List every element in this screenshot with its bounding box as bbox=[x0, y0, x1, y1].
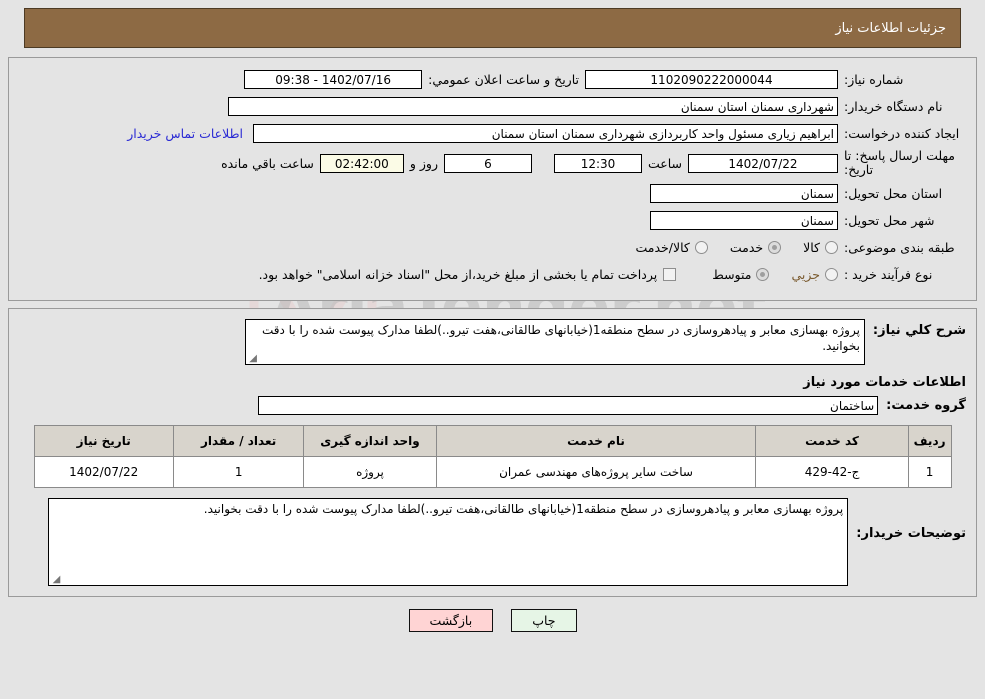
table-header-service-code: کد خدمت bbox=[755, 425, 909, 457]
row-need-number: شماره نیاز: 1102090222000044 تاریخ و ساع… bbox=[19, 68, 966, 90]
row-buyer-notes: توضیحات خریدار: پروژه بهسازی معابر و پیا… bbox=[19, 498, 966, 586]
cell-radif: 1 bbox=[907, 456, 952, 488]
radio-motavaset-label: متوسط bbox=[712, 266, 752, 282]
treasury-bond-checkbox-wrap[interactable]: پرداخت تمام یا بخشی از مبلغ خرید،از محل … bbox=[259, 267, 677, 282]
service-items-table: ردیف کد خدمت نام خدمت واحد اندازه گیری ت… bbox=[33, 425, 952, 488]
countdown-label: ساعت باقي مانده bbox=[221, 155, 314, 171]
resize-grip-icon[interactable]: ◢ bbox=[248, 354, 257, 364]
subject-category-label: طبقه بندی موضوعی: bbox=[844, 239, 955, 255]
general-description-value: پروژه بهسازی معابر و پیادهروسازی در سطح … bbox=[261, 323, 860, 353]
need-number-label: شماره نیاز: bbox=[844, 71, 904, 87]
service-group-value: ساختمان bbox=[258, 396, 879, 415]
deadline-time-value: 12:30 bbox=[553, 153, 642, 173]
buyer-org-value: شهرداری سمنان استان سمنان bbox=[228, 96, 838, 116]
row-service-group: گروه خدمت: ساختمان bbox=[19, 396, 966, 415]
radio-motavaset-icon[interactable] bbox=[756, 267, 770, 281]
table-header-row: ردیف کد خدمت نام خدمت واحد اندازه گیری ت… bbox=[33, 425, 952, 457]
radio-kala-khedmat-label: کالا/خدمت bbox=[635, 239, 690, 255]
buyer-notes-textarea[interactable]: پروژه بهسازی معابر و پیادهروسازی در سطح … bbox=[48, 498, 849, 586]
radio-option-jozie[interactable]: جزیي bbox=[791, 267, 838, 282]
row-purchase-process: نوع فرآیند خرید : جزیي متوسط پرداخت تمام… bbox=[19, 263, 966, 285]
deadline-date-value: 1402/07/22 bbox=[688, 153, 838, 173]
table-header-radif: ردیف bbox=[907, 425, 952, 457]
announce-date-value: 1402/07/16 - 09:38 bbox=[244, 69, 423, 89]
table-row: 1 ج-42-429 ساخت سایر پروژه‌های مهندسی عم… bbox=[33, 456, 952, 488]
row-response-deadline: مهلت ارسال پاسخ: تا تاریخ: 1402/07/22 سا… bbox=[19, 149, 966, 177]
print-button[interactable]: چاپ bbox=[511, 609, 577, 632]
delivery-province-label: استان محل تحویل: bbox=[844, 185, 943, 201]
row-subject-category: طبقه بندی موضوعی: کالا خدمت کالا/خدمت bbox=[19, 236, 966, 258]
cell-unit: پروژه bbox=[303, 456, 437, 488]
need-detail-panel: شرح كلي نياز: پروژه بهسازی معابر و پیاده… bbox=[8, 308, 977, 597]
radio-kala-khedmat-icon[interactable] bbox=[694, 240, 708, 254]
radio-option-motavaset[interactable]: متوسط bbox=[712, 266, 770, 282]
radio-khedmat-icon[interactable] bbox=[768, 240, 782, 254]
cell-quantity: 1 bbox=[172, 456, 305, 488]
radio-jozie-icon[interactable] bbox=[825, 267, 838, 281]
buyer-notes-value: پروژه بهسازی معابر و پیادهروسازی در سطح … bbox=[203, 502, 844, 516]
remaining-days-value: 6 bbox=[443, 153, 532, 173]
announce-date-label: تاریخ و ساعت اعلان عمومي: bbox=[428, 71, 579, 87]
request-creator-label: ایجاد کننده درخواست: bbox=[844, 125, 960, 141]
general-description-label: شرح كلي نياز: bbox=[872, 323, 966, 338]
subject-category-radio-group: کالا خدمت کالا/خدمت bbox=[613, 240, 838, 255]
service-group-label: گروه خدمت: bbox=[886, 398, 966, 413]
purchase-process-radio-group: جزیي متوسط bbox=[690, 267, 838, 282]
response-deadline-label: مهلت ارسال پاسخ: تا تاریخ: bbox=[844, 148, 955, 177]
request-creator-value: ابراهیم زیاری مسئول واحد کاربردازی شهردا… bbox=[253, 123, 838, 143]
delivery-city-value: سمنان bbox=[650, 210, 838, 230]
delivery-province-value: سمنان bbox=[650, 183, 838, 203]
radio-kala-icon[interactable] bbox=[825, 240, 838, 254]
radio-jozie-label: جزیي bbox=[791, 266, 820, 282]
radio-kala-label: کالا bbox=[803, 239, 820, 255]
general-description-textarea[interactable]: پروژه بهسازی معابر و پیادهروسازی در سطح … bbox=[244, 319, 865, 365]
buyer-notes-resize-grip-icon[interactable]: ◢ bbox=[51, 575, 61, 585]
buyer-contact-link[interactable]: اطلاعات تماس خریدار bbox=[127, 126, 253, 141]
row-request-creator: ایجاد کننده درخواست: ابراهیم زیاری مسئول… bbox=[19, 122, 966, 144]
row-delivery-city: شهر محل تحویل: سمنان bbox=[19, 209, 966, 231]
cell-need-date: 1402/07/22 bbox=[33, 456, 174, 488]
treasury-bond-checkbox[interactable] bbox=[663, 267, 677, 281]
page-title: جزئیات اطلاعات نیاز bbox=[835, 20, 946, 36]
need-summary-panel: شماره نیاز: 1102090222000044 تاریخ و ساع… bbox=[8, 57, 977, 301]
table-header-unit: واحد اندازه گیری bbox=[303, 425, 437, 457]
countdown-value: 02:42:00 bbox=[319, 153, 404, 173]
buyer-org-label: نام دستگاه خریدار: bbox=[844, 98, 943, 114]
row-general-description: شرح كلي نياز: پروژه بهسازی معابر و پیاده… bbox=[19, 319, 966, 365]
purchase-process-label: نوع فرآیند خرید : bbox=[844, 266, 933, 282]
services-section-title: اطلاعات خدمات مورد نیاز bbox=[803, 375, 966, 390]
delivery-city-label: شهر محل تحویل: bbox=[844, 212, 935, 228]
radio-khedmat-label: خدمت bbox=[729, 239, 764, 255]
cell-service-code: ج-42-429 bbox=[755, 456, 909, 488]
treasury-bond-label: پرداخت تمام یا بخشی از مبلغ خرید،از محل … bbox=[258, 266, 658, 282]
radio-option-khedmat[interactable]: خدمت bbox=[729, 239, 782, 255]
remaining-days-label: روز و bbox=[409, 155, 438, 171]
cell-service-name: ساخت سایر پروژه‌های مهندسی عمران bbox=[435, 456, 757, 488]
radio-option-kala-khedmat[interactable]: کالا/خدمت bbox=[635, 239, 708, 255]
table-header-quantity: تعداد / مقدار bbox=[172, 425, 305, 457]
deadline-hour-label: ساعت bbox=[647, 155, 682, 171]
table-header-service-name: نام خدمت bbox=[435, 425, 757, 457]
row-delivery-province: استان محل تحویل: سمنان bbox=[19, 182, 966, 204]
buyer-notes-label: توضیحات خریدار: bbox=[856, 526, 966, 541]
back-button[interactable]: بازگشت bbox=[408, 609, 494, 632]
row-buyer-org: نام دستگاه خریدار: شهرداری سمنان استان س… bbox=[19, 95, 966, 117]
page-title-bar: جزئیات اطلاعات نیاز bbox=[24, 8, 961, 48]
need-number-value: 1102090222000044 bbox=[585, 69, 838, 89]
action-button-bar: چاپ بازگشت bbox=[0, 609, 985, 632]
table-header-need-date: تاریخ نیاز bbox=[33, 425, 174, 457]
radio-option-kala[interactable]: کالا bbox=[803, 240, 838, 255]
